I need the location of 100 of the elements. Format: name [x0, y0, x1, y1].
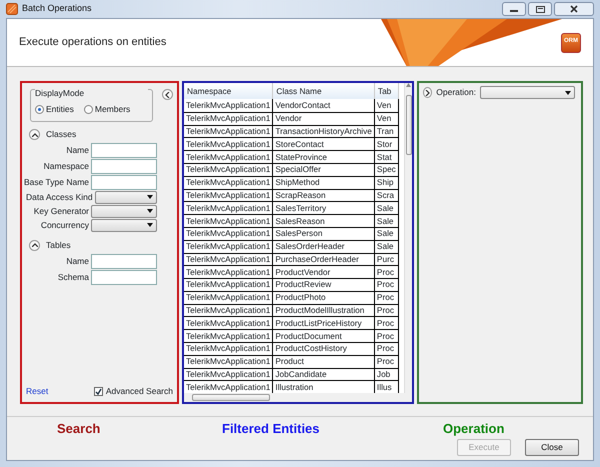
table-cell: TelerikMvcApplication1: [184, 355, 273, 368]
vertical-scrollbar[interactable]: [404, 83, 412, 393]
legend-label: Operation: [443, 420, 504, 438]
table-cell: Sale: [374, 227, 398, 240]
close-icon: [570, 5, 578, 13]
table-cell: SalesTerritory: [272, 202, 374, 215]
operation-label: Operation:: [436, 86, 476, 99]
operation-dropdown[interactable]: [480, 86, 575, 99]
table-cell: TelerikMvcApplication1: [184, 150, 273, 164]
table-cell: Spec: [374, 163, 398, 176]
dropdown[interactable]: [94, 190, 157, 204]
app-icon: [6, 3, 18, 15]
field-label: Namespace: [44, 160, 89, 173]
expand-button[interactable]: [423, 87, 432, 98]
column-header[interactable]: Class Name: [272, 83, 374, 100]
dialog-heading: Execute operations on entities: [19, 35, 166, 50]
table-cell: ProductVendor: [272, 266, 374, 279]
table-cell: SalesPerson: [272, 227, 374, 240]
table-cell: TelerikMvcApplication1: [184, 163, 273, 176]
table-cell: Vendor: [272, 112, 374, 126]
input-field[interactable]: [91, 158, 157, 174]
field-label: Schema: [58, 270, 89, 284]
table-cell: TelerikMvcApplication1: [184, 330, 273, 343]
table-cell: SalesReason: [272, 214, 374, 228]
reset-link[interactable]: Reset: [26, 385, 48, 398]
legend-label: Search: [57, 420, 100, 438]
expand-toggle[interactable]: [29, 240, 40, 251]
field-label: Base Type Name: [24, 176, 89, 189]
table-cell: TelerikMvcApplication1: [184, 266, 273, 279]
table-cell: TelerikMvcApplication1: [184, 291, 273, 304]
table-cell: SpecialOffer: [272, 163, 374, 176]
table-cell: TelerikMvcApplication1: [184, 214, 273, 228]
table-cell: Proc: [374, 330, 398, 343]
field-label: Name: [66, 254, 89, 268]
table-cell: Job: [374, 368, 398, 381]
table-cell: ProductDocument: [272, 330, 374, 343]
window-title: Batch Operations: [22, 2, 92, 16]
table-cell: Stat: [374, 150, 398, 164]
field-label: Data Access Kind: [26, 191, 93, 204]
table-cell: Sale: [374, 240, 398, 253]
table-cell: Proc: [374, 304, 398, 317]
table-cell: Proc: [374, 355, 398, 368]
table-cell: JobCandidate: [272, 368, 374, 381]
chevron-right-icon: [425, 90, 430, 96]
input-field[interactable]: [91, 254, 157, 269]
table-cell: ProductCostHistory: [272, 342, 374, 356]
table-cell: TelerikMvcApplication1: [184, 99, 273, 112]
dropdown[interactable]: [91, 204, 157, 218]
field-label: Key Generator: [34, 205, 89, 218]
minimize-button[interactable]: [502, 2, 526, 16]
caret-icon: [565, 90, 571, 94]
caret-icon: [147, 209, 153, 214]
chevron-icon: [32, 132, 38, 136]
section-title: Tables: [46, 238, 71, 252]
table-cell: TelerikMvcApplication1: [184, 253, 273, 266]
table-cell: Product: [272, 355, 374, 368]
table-cell: TelerikMvcApplication1: [184, 368, 273, 381]
chevron-icon: [32, 243, 38, 248]
dialog-button[interactable]: Close: [525, 439, 579, 456]
table-cell: Proc: [374, 266, 398, 279]
table-cell: TelerikMvcApplication1: [184, 125, 273, 138]
table-cell: TelerikMvcApplication1: [184, 278, 273, 292]
radio-option[interactable]: Entities: [35, 102, 74, 116]
maximize-icon: [536, 6, 544, 12]
advanced-search-checkbox[interactable]: Advanced Search: [94, 385, 173, 398]
legend-label: Filtered Entities: [222, 420, 320, 438]
radio-option[interactable]: Members: [84, 102, 130, 116]
caret-icon: [147, 195, 153, 200]
column-header[interactable]: Namespace: [184, 83, 273, 100]
input-field[interactable]: [91, 174, 157, 190]
field-label: Name: [66, 144, 89, 157]
checkmark-icon: [94, 388, 102, 396]
maximize-button[interactable]: [528, 2, 552, 16]
scroll-up-icon: [406, 83, 411, 87]
horizontal-scrollbar[interactable]: [184, 393, 412, 402]
table-cell: TelerikMvcApplication1: [184, 240, 273, 253]
expand-toggle[interactable]: [29, 129, 40, 140]
table-cell: TransactionHistoryArchive: [272, 125, 374, 138]
table-cell: Ven: [374, 99, 398, 112]
table-cell: SalesOrderHeader: [272, 240, 374, 253]
table-cell: ProductListPriceHistory: [272, 316, 374, 330]
table-cell: TelerikMvcApplication1: [184, 138, 273, 151]
table-cell: Sale: [374, 214, 398, 228]
column-header[interactable]: Tab: [374, 83, 398, 100]
dropdown[interactable]: [91, 218, 157, 232]
table-cell: Ven: [374, 112, 398, 126]
field-label: Concurrency: [40, 219, 89, 232]
table-cell: TelerikMvcApplication1: [184, 189, 273, 202]
table-cell: ScrapReason: [272, 189, 374, 202]
table-cell: Proc: [374, 316, 398, 330]
table-cell: ProductPhoto: [272, 291, 374, 304]
caret-icon: [147, 223, 153, 228]
input-field[interactable]: [91, 142, 157, 158]
collapse-button[interactable]: [162, 89, 173, 100]
close-button[interactable]: [554, 2, 594, 16]
table-cell: Stor: [374, 138, 398, 151]
input-field[interactable]: [91, 270, 157, 285]
table-cell: PurchaseOrderHeader: [272, 253, 374, 266]
table-cell: Proc: [374, 278, 398, 292]
section-title: Classes: [46, 128, 76, 141]
